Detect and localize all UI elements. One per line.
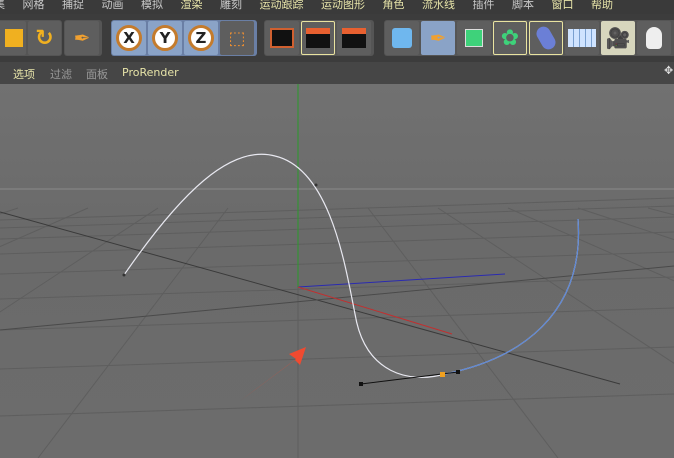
viewport-menu-prorender[interactable]: ProRender (122, 66, 179, 79)
subdivision-button[interactable] (457, 21, 491, 55)
camera-button[interactable]: 🎥 (601, 21, 635, 55)
grid-line (0, 207, 159, 313)
y-axis-icon: Y (152, 25, 178, 51)
x-axis-lock-button[interactable]: X (112, 21, 146, 55)
grid-line (507, 207, 674, 282)
menu-item-motion-tracking[interactable]: 运动跟踪 (260, 0, 304, 10)
render-group (264, 20, 374, 56)
scale-icon (4, 29, 23, 47)
pen-icon: ✒ (73, 26, 91, 50)
viewport-menu-bar: 选项 过滤 面板 ProRender ✥ (0, 62, 674, 84)
clapper-gear-icon (342, 28, 366, 48)
viewport-menu-filter[interactable]: 过滤 (50, 66, 72, 82)
transform-group: ↻ (0, 20, 62, 56)
camera-icon: 🎥 (605, 26, 631, 50)
viewport-menu-options[interactable]: 选项 (13, 66, 35, 82)
mograph-cloner-button[interactable]: ✿ (493, 21, 527, 55)
viewport-scene (0, 84, 674, 458)
x-axis-icon: X (116, 25, 142, 51)
deformer-button[interactable] (529, 21, 563, 55)
axis-group: X Y Z ⬚ (111, 20, 257, 56)
grid-line (647, 207, 674, 216)
y-axis-lock-button[interactable]: Y (148, 21, 182, 55)
tangent-point[interactable] (456, 370, 460, 374)
grid-line (367, 207, 559, 458)
menu-item-snap[interactable]: 捕捉 (62, 0, 84, 10)
light-button[interactable] (637, 21, 671, 55)
menu-item-render[interactable]: 渲染 (181, 0, 203, 10)
bend-icon (533, 24, 559, 52)
menu-item-animate[interactable]: 动画 (102, 0, 124, 10)
spline-pen-button[interactable]: ✒ (421, 21, 455, 55)
render-view-button[interactable] (301, 21, 335, 55)
clapper-icon (306, 28, 330, 48)
z-axis-lock-button[interactable]: Z (184, 21, 218, 55)
red-arrow-annotation (240, 347, 306, 401)
menu-item-window[interactable]: 窗口 (552, 0, 574, 10)
viewport-menu-panel[interactable]: 面板 (86, 66, 108, 82)
menu-item-plugins[interactable]: 插件 (473, 0, 495, 10)
cloner-icon: ✿ (500, 25, 520, 51)
grid-line (437, 207, 674, 364)
menu-item-script[interactable]: 脚本 (512, 0, 534, 10)
green-cube-icon (465, 29, 483, 47)
render-region-button[interactable] (265, 21, 299, 55)
grid-line (0, 251, 674, 275)
scale-button[interactable] (0, 21, 26, 55)
spline-point-selected[interactable] (440, 372, 445, 377)
spline-point[interactable] (122, 273, 126, 277)
grid-main-line (0, 211, 621, 385)
floor-button[interactable] (565, 21, 599, 55)
spline-point[interactable] (314, 183, 318, 187)
grid-line (0, 307, 674, 331)
toolbar: ↻ ✒ X Y Z ⬚ ✒ ✿ 🎥 (0, 14, 674, 62)
coordinate-icon: ⬚ (228, 27, 246, 49)
render-settings-button[interactable] (337, 21, 371, 55)
menu-item-help[interactable]: 帮助 (591, 0, 613, 10)
cube-icon (392, 28, 412, 48)
grid-line (0, 276, 674, 300)
grid-line (0, 207, 89, 248)
menu-bar: 集 网格 捕捉 动画 模拟 渲染 雕刻 运动跟踪 运动图形 角色 流水线 插件 … (0, 0, 674, 14)
menu-item[interactable]: 集 (0, 0, 5, 10)
menu-item-sculpt[interactable]: 雕刻 (220, 0, 242, 10)
clapper-icon (270, 28, 294, 48)
grid-line (37, 207, 229, 458)
grid-line (0, 393, 674, 417)
menu-item-mograph[interactable]: 运动图形 (321, 0, 365, 10)
3d-viewport[interactable] (0, 84, 674, 458)
viewport-navigate-icon[interactable]: ✥ (664, 64, 673, 77)
menu-item-character[interactable]: 角色 (383, 0, 405, 10)
tangent-point[interactable] (359, 382, 363, 386)
objects-group: ✒ ✿ 🎥 (384, 20, 674, 56)
pen-group: ✒ (64, 20, 102, 56)
menu-item-simulate[interactable]: 模拟 (141, 0, 163, 10)
coordinate-system-button[interactable]: ⬚ (220, 21, 254, 55)
grid-line (0, 346, 674, 370)
z-axis-icon: Z (188, 25, 214, 51)
menu-item-mesh[interactable]: 网格 (23, 0, 45, 10)
menu-item-pipeline[interactable]: 流水线 (422, 0, 455, 10)
cube-button[interactable] (385, 21, 419, 55)
rotate-button[interactable]: ↻ (28, 21, 61, 55)
rotate-icon: ↻ (35, 25, 54, 51)
light-bulb-icon (646, 27, 662, 49)
pen-icon: ✒ (429, 26, 447, 50)
floor-icon (568, 29, 596, 47)
pen-tool-button[interactable]: ✒ (65, 21, 99, 55)
